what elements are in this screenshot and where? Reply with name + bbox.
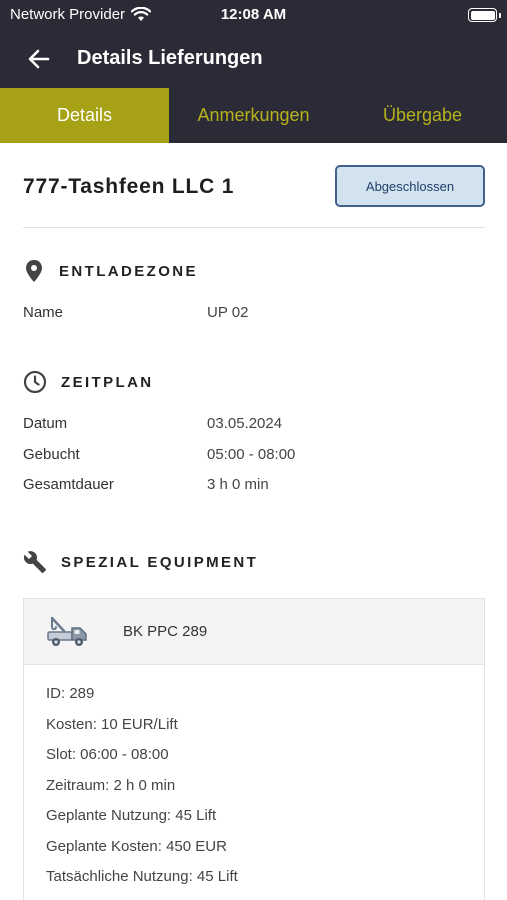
equipment-detail-line: Slot: 06:00 - 08:00 <box>46 746 169 763</box>
back-button[interactable] <box>26 46 52 72</box>
info-row: Name UP 02 <box>23 304 485 324</box>
equipment-detail-line: Zeitraum: 2 h 0 min <box>46 776 176 794</box>
row-label: Datum <box>23 415 68 432</box>
wifi-icon <box>131 7 152 21</box>
clock-icon <box>23 370 47 394</box>
section-title: ZEITPLAN <box>61 373 154 391</box>
info-row: Gebucht 05:00 - 08:00 <box>23 446 485 466</box>
row-label: Name <box>23 304 64 321</box>
app-bar: Details Lieferungen <box>0 30 507 88</box>
equipment-name: BK PPC 289 <box>123 623 208 640</box>
section-unloading-zone: ENTLADEZONE <box>23 259 198 283</box>
info-row: Gesamtdauer 3 h 0 min <box>23 476 485 496</box>
info-row: Datum 03.05.2024 <box>23 415 485 435</box>
divider <box>23 227 485 228</box>
row-value: 3 h 0 min <box>207 476 269 493</box>
delivery-header: 777-Tashfeen LLC 1 Abgeschlossen <box>23 165 485 207</box>
status-button[interactable]: Abgeschlossen <box>335 165 485 207</box>
section-title: ENTLADEZONE <box>59 262 198 280</box>
tab-details[interactable]: Details <box>0 88 169 143</box>
equipment-card-header[interactable]: BK PPC 289 <box>24 599 484 665</box>
page-title: Details Lieferungen <box>77 47 263 69</box>
delivery-title: 777-Tashfeen LLC 1 <box>23 175 235 198</box>
battery-tip-icon <box>499 13 501 18</box>
details-content: 777-Tashfeen LLC 1 Abgeschlossen ENTLADE… <box>0 143 507 900</box>
status-bar: Network Provider 12:08 AM <box>0 0 507 30</box>
network-provider: Network Provider <box>10 6 152 23</box>
wrench-icon <box>23 551 46 573</box>
section-schedule: ZEITPLAN <box>23 370 154 394</box>
network-provider-label: Network Provider <box>10 6 126 23</box>
tow-truck-icon <box>47 616 87 646</box>
row-label: Gesamtdauer <box>23 476 114 493</box>
location-pin-icon <box>26 260 42 282</box>
row-value: UP 02 <box>207 304 249 321</box>
equipment-detail-line: Kosten: 10 EUR/Lift <box>46 715 178 733</box>
equipment-detail-line: Geplante Kosten: 450 EUR <box>46 837 227 855</box>
battery-icon <box>468 8 497 22</box>
section-special-equipment: SPEZIAL EQUIPMENT <box>23 550 258 574</box>
row-value: 03.05.2024 <box>207 415 283 432</box>
equipment-details: ID: 289 Kosten: 10 EUR/Lift Slot: 06:00 … <box>46 685 238 899</box>
equipment-card: BK PPC 289 ID: 289 Kosten: 10 EUR/Lift S… <box>23 598 485 900</box>
section-title: SPEZIAL EQUIPMENT <box>61 553 259 571</box>
tab-anmerkungen[interactable]: Anmerkungen <box>169 88 338 143</box>
equipment-detail-line: Geplante Nutzung: 45 Lift <box>46 807 217 824</box>
arrow-left-icon <box>28 49 50 69</box>
equipment-detail-line: ID: 289 <box>46 685 95 702</box>
row-value: 05:00 - 08:00 <box>207 446 296 463</box>
tab-uebergabe[interactable]: Übergabe <box>338 88 507 143</box>
tab-bar: Details Anmerkungen Übergabe <box>0 88 507 143</box>
row-label: Gebucht <box>23 446 80 463</box>
equipment-detail-line: Tatsächliche Nutzung: 45 Lift <box>46 868 238 885</box>
